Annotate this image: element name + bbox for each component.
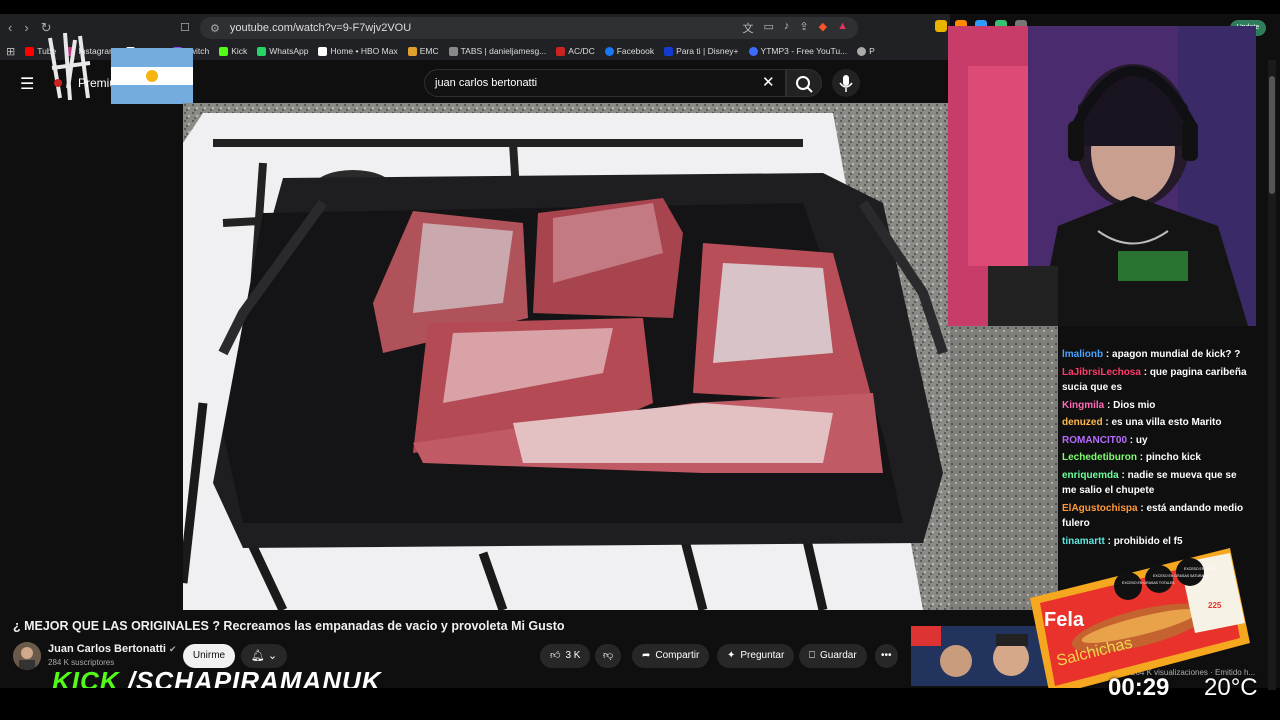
video-player[interactable] xyxy=(183,103,950,610)
back-icon[interactable]: ‹ xyxy=(8,20,12,36)
video-title: ¿ MEJOR QUE LAS ORIGINALES ? Recreamos l… xyxy=(13,619,565,633)
extension-icon[interactable] xyxy=(935,20,947,32)
bookmark-favicon-icon xyxy=(407,46,417,56)
page-scrollbar-thumb[interactable] xyxy=(1269,76,1275,194)
bookmark-item[interactable]: YTMP3 - Free YouTu... xyxy=(748,46,847,56)
microphone-icon xyxy=(839,75,853,92)
bookmark-favicon-icon xyxy=(664,46,674,56)
temperature-readout: 20°C xyxy=(1204,674,1258,701)
chevron-down-icon: ⌄ xyxy=(267,650,278,662)
address-bar[interactable]: ⚙ youtube.com/watch?v=9-F7wjv2VOU 文 ▭ ♪ … xyxy=(200,17,858,39)
bookmark-item[interactable]: AC/DC xyxy=(556,46,595,56)
thumbs-down-icon: 👎︎ xyxy=(603,650,614,661)
brave-rewards-icon[interactable]: ▲ xyxy=(837,20,848,36)
like-button[interactable]: 👍︎ 3 K xyxy=(540,644,591,668)
bookmark-item[interactable]: WhatsApp xyxy=(257,46,308,56)
warning-seal-saturated-fat: EXCESO EN GRASAS SATURADAS xyxy=(1153,574,1212,578)
chat-message: ElAgustochispa : está andando medio fule… xyxy=(1062,502,1244,530)
bookmark-item[interactable]: EMC xyxy=(407,46,439,56)
stream-chat: lmalionb : apagon mundial de kick? ? LaJ… xyxy=(1058,346,1256,566)
argentina-flag-icon xyxy=(111,48,193,104)
search-input[interactable]: juan carlos bertonatti xyxy=(424,69,786,97)
chat-message: LaJibrsiLechosa : que pagina caribeña su… xyxy=(1062,366,1247,394)
chat-message: ROMANCIT00 : uy xyxy=(1062,434,1148,446)
dislike-button[interactable]: 👎︎ xyxy=(595,644,622,668)
chat-message: Kingmila : Dios mio xyxy=(1062,399,1156,411)
save-playlist-icon: ⎕ xyxy=(809,650,815,661)
warning-seal-sodium: EXCESO EN SODIO xyxy=(1184,567,1217,571)
share-page-icon[interactable]: ⇪ xyxy=(799,20,808,36)
media-icon[interactable]: ♪ xyxy=(784,20,790,36)
translate-icon[interactable]: 文 xyxy=(743,20,754,36)
bookmark-favicon-icon xyxy=(604,46,614,56)
thumbs-up-icon: 👍︎ xyxy=(550,650,561,661)
avatar-icon xyxy=(13,642,41,670)
more-actions-button[interactable]: ••• xyxy=(875,644,898,668)
channel-name[interactable]: Juan Carlos Bertonatti ✔ xyxy=(48,643,177,655)
bookmark-favicon-icon xyxy=(556,46,566,56)
chat-message: enriquemda : nadie se mueva que se me sa… xyxy=(1062,469,1237,497)
notifications-button[interactable]: 🔔︎ ⌄ xyxy=(241,644,287,668)
brave-shield-icon[interactable]: ◆ xyxy=(819,20,827,36)
bookmark-item[interactable]: Kick xyxy=(219,46,247,56)
warning-seal-total-fat: EXCESO EN GRASAS TOTALES xyxy=(1122,581,1175,585)
voice-search-button[interactable] xyxy=(832,69,860,97)
forward-icon[interactable]: › xyxy=(24,20,28,36)
left-empty-area xyxy=(0,104,183,610)
clear-search-icon[interactable]: ✕ xyxy=(762,73,775,91)
search-button[interactable] xyxy=(786,69,822,97)
bell-icon: 🔔︎ xyxy=(250,650,265,662)
browser-toolbar: ‹ › ↻ ☐ ⚙ youtube.com/watch?v=9-F7wjv2VO… xyxy=(0,14,950,42)
bookmark-favicon-icon xyxy=(857,46,867,56)
bottom-black-bar xyxy=(0,688,1280,720)
streamer-logo-art xyxy=(48,32,91,101)
ask-button[interactable]: ✦ Preguntar xyxy=(717,644,795,668)
address-bar-actions: 文 ▭ ♪ ⇪ ◆ ▲ xyxy=(743,20,848,36)
bookmark-item[interactable]: P xyxy=(857,46,875,56)
bookmark-favicon-icon xyxy=(219,46,229,56)
share-icon: ➦ xyxy=(642,650,651,661)
bookmark-favicon-icon xyxy=(318,46,328,56)
ad-price-text: 225 xyxy=(1208,601,1222,610)
chat-message: denuzed : es una villa esto Marito xyxy=(1062,417,1222,428)
bookmark-item[interactable]: TABS | danieljamesg... xyxy=(448,46,546,56)
search-icon xyxy=(796,76,813,93)
bookmark-icon[interactable]: ☐ xyxy=(180,21,190,34)
streamer-webcam xyxy=(948,26,1256,326)
bookmark-item[interactable]: Home • HBO Max xyxy=(318,46,398,56)
os-top-strip xyxy=(0,0,1280,14)
site-info-icon[interactable]: ⚙ xyxy=(210,22,220,35)
stream-clock: 00:29 xyxy=(1108,674,1170,701)
apps-icon[interactable]: ⊞ xyxy=(6,45,15,58)
verified-icon: ✔ xyxy=(169,644,177,654)
ad-brand-text: Fela xyxy=(1044,609,1085,631)
bookmark-item[interactable]: Facebook xyxy=(604,46,654,56)
save-button[interactable]: ⎕ Guardar xyxy=(799,644,867,668)
bookmark-favicon-icon xyxy=(448,46,458,56)
sparkle-icon: ✦ xyxy=(727,650,736,661)
menu-icon[interactable]: ☰ xyxy=(20,74,34,94)
bookmark-favicon-icon xyxy=(25,46,35,56)
bookmark-favicon-icon xyxy=(748,46,758,56)
url-text: youtube.com/watch?v=9-F7wjv2VOU xyxy=(229,22,412,34)
youtube-header: ☰ Premium juan carlos bertonatti ✕ xyxy=(0,32,950,104)
chat-message: lmalionb : apagon mundial de kick? ? xyxy=(1062,349,1241,360)
cast-icon[interactable]: ▭ xyxy=(764,20,774,36)
bookmark-item[interactable]: Para ti | Disney+ xyxy=(664,46,739,56)
join-button[interactable]: Unirme xyxy=(183,644,235,668)
share-button[interactable]: ➦ Compartir xyxy=(632,644,710,668)
chat-message: Lechedetiburon : pincho kick xyxy=(1062,452,1201,463)
bookmark-favicon-icon xyxy=(257,46,267,56)
channel-avatar[interactable] xyxy=(13,642,41,670)
